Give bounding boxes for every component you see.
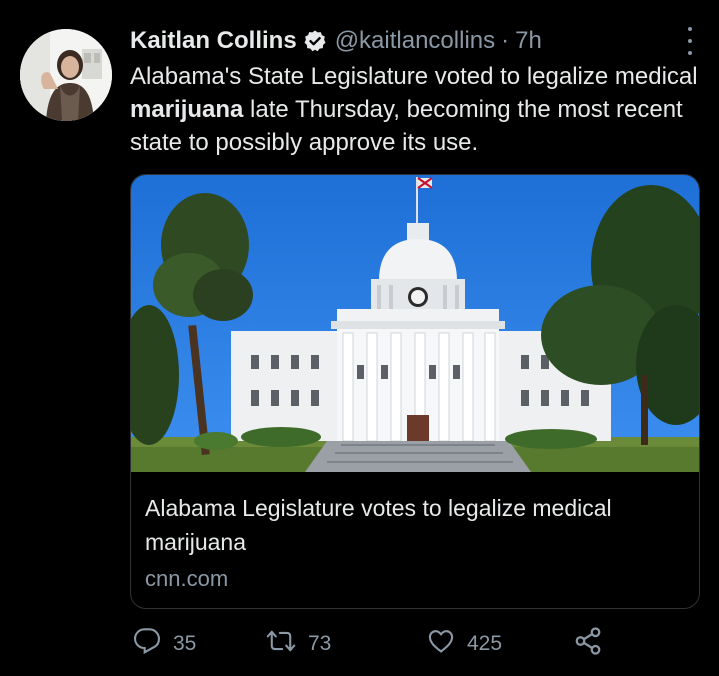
- reply-icon: [133, 627, 173, 661]
- share-icon: [573, 626, 615, 662]
- card-title[interactable]: Alabama Legislature votes to legalize me…: [145, 491, 685, 559]
- heart-icon: [427, 627, 467, 661]
- like-count: 425: [467, 632, 503, 655]
- tweet-text-before: Alabama's State Legislature voted to leg…: [130, 63, 698, 90]
- more-vertical-icon[interactable]: [685, 27, 695, 55]
- tweet-header: Kaitlan Collins @kaitlancollins · 7h: [130, 25, 699, 57]
- action-bar: 35 73 425: [133, 624, 613, 664]
- retweet-count: 73: [308, 632, 332, 655]
- retweet-button[interactable]: 73: [266, 624, 331, 664]
- author-name[interactable]: Kaitlan Collins: [130, 27, 297, 55]
- like-button[interactable]: 425: [427, 624, 502, 664]
- avatar[interactable]: [20, 29, 112, 121]
- reply-count: 35: [173, 632, 197, 655]
- timestamp[interactable]: 7h: [515, 27, 542, 55]
- tweet-text-bold: marijuana: [130, 96, 244, 123]
- separator: ·: [501, 27, 510, 54]
- link-card[interactable]: Alabama Legislature votes to legalize me…: [130, 174, 700, 609]
- reply-button[interactable]: 35: [133, 624, 196, 664]
- retweet-icon: [266, 627, 308, 661]
- card-image[interactable]: [131, 175, 699, 472]
- share-button[interactable]: [573, 624, 615, 664]
- tweet-text: Alabama's State Legislature voted to leg…: [130, 60, 700, 159]
- verified-badge-icon: [303, 29, 327, 53]
- author-handle[interactable]: @kaitlancollins: [335, 27, 495, 55]
- card-domain: cnn.com: [145, 566, 229, 591]
